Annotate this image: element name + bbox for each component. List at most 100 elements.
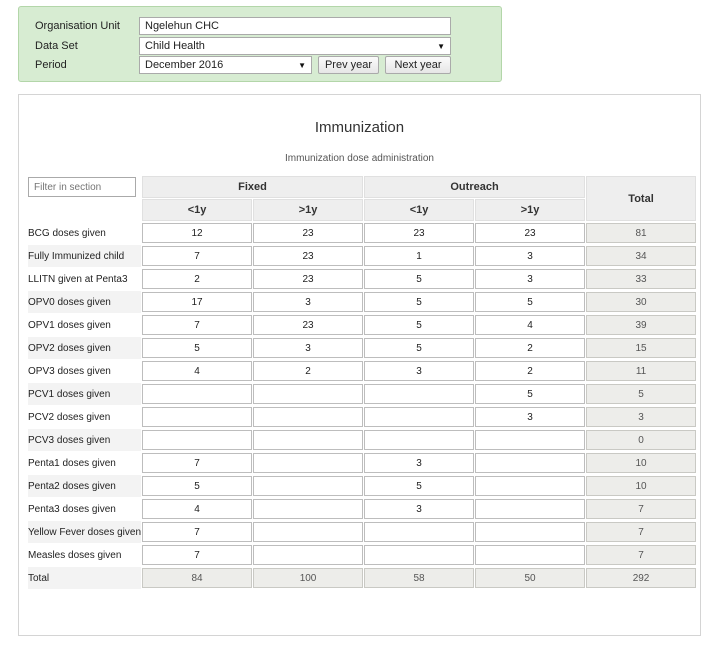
value-input[interactable] <box>253 545 364 565</box>
value-input-cell <box>253 383 364 405</box>
value-input[interactable]: 17 <box>142 292 253 312</box>
value-input-cell <box>475 452 586 474</box>
value-input[interactable]: 3 <box>253 338 364 358</box>
value-input[interactable]: 2 <box>253 361 364 381</box>
value-input[interactable] <box>475 499 586 519</box>
table-row: PCV2 doses given 3 3 <box>28 406 697 428</box>
value-input[interactable] <box>364 522 475 542</box>
value-input[interactable]: 2 <box>475 361 586 381</box>
row-total: 39 <box>586 315 697 335</box>
value-input[interactable]: 5 <box>475 384 586 404</box>
value-input[interactable]: 23 <box>475 223 586 243</box>
value-input[interactable]: 23 <box>364 223 475 243</box>
value-input-cell: 23 <box>253 314 364 336</box>
data-set-select[interactable]: Child Health ▼ <box>139 37 451 55</box>
row-total: 10 <box>586 453 697 473</box>
prev-year-button[interactable]: Prev year <box>318 56 379 74</box>
value-input[interactable]: 4 <box>475 315 586 335</box>
grand-total-cell: 292 <box>586 567 697 589</box>
value-input[interactable]: 5 <box>475 292 586 312</box>
value-input[interactable]: 3 <box>364 499 475 519</box>
value-input[interactable] <box>253 384 364 404</box>
row-total-cell: 39 <box>586 314 697 336</box>
value-input-cell <box>142 429 253 451</box>
value-input-cell: 7 <box>142 544 253 566</box>
period-value: December 2016 <box>145 59 224 71</box>
value-input[interactable]: 3 <box>475 269 586 289</box>
value-input[interactable] <box>475 522 586 542</box>
value-input-cell: 4 <box>475 314 586 336</box>
table-row: Penta3 doses given 4 3 7 <box>28 498 697 520</box>
row-total-cell: 7 <box>586 498 697 520</box>
row-label: Penta2 doses given <box>28 475 142 497</box>
value-input[interactable] <box>142 430 253 450</box>
value-input[interactable] <box>253 522 364 542</box>
value-input-cell: 3 <box>475 245 586 267</box>
value-input[interactable] <box>475 545 586 565</box>
value-input[interactable]: 3 <box>364 361 475 381</box>
value-input[interactable]: 5 <box>364 269 475 289</box>
value-input[interactable] <box>253 476 364 496</box>
table-row: Penta2 doses given 5 5 10 <box>28 475 697 497</box>
next-year-button[interactable]: Next year <box>385 56 451 74</box>
value-input-cell: 3 <box>253 291 364 313</box>
value-input-cell: 3 <box>253 337 364 359</box>
value-input[interactable]: 2 <box>142 269 253 289</box>
value-input-cell: 3 <box>364 452 475 474</box>
value-input[interactable]: 4 <box>142 499 253 519</box>
period-select[interactable]: December 2016 ▼ <box>139 56 312 74</box>
value-input[interactable]: 7 <box>142 522 253 542</box>
value-input[interactable] <box>142 384 253 404</box>
value-input[interactable] <box>253 453 364 473</box>
value-input[interactable] <box>475 453 586 473</box>
value-input[interactable]: 7 <box>142 246 253 266</box>
value-input[interactable]: 23 <box>253 269 364 289</box>
value-input[interactable]: 5 <box>142 338 253 358</box>
value-input[interactable]: 3 <box>364 453 475 473</box>
org-unit-label: Organisation Unit <box>35 20 120 32</box>
value-input-cell <box>253 406 364 428</box>
value-input[interactable]: 7 <box>142 453 253 473</box>
filter-input[interactable] <box>28 177 136 197</box>
value-input[interactable]: 5 <box>364 476 475 496</box>
value-input[interactable]: 4 <box>142 361 253 381</box>
column-total: 84 <box>142 568 253 588</box>
value-input[interactable] <box>364 430 475 450</box>
value-input[interactable]: 7 <box>142 545 253 565</box>
row-total: 0 <box>586 430 697 450</box>
total-header: Total <box>586 176 697 221</box>
value-input[interactable]: 3 <box>475 407 586 427</box>
value-input[interactable]: 2 <box>475 338 586 358</box>
value-input[interactable]: 23 <box>253 223 364 243</box>
value-input[interactable]: 3 <box>475 246 586 266</box>
value-input-cell: 5 <box>142 337 253 359</box>
value-input[interactable] <box>142 407 253 427</box>
value-input[interactable] <box>475 430 586 450</box>
value-input[interactable]: 5 <box>364 315 475 335</box>
value-input[interactable]: 12 <box>142 223 253 243</box>
value-input[interactable] <box>364 545 475 565</box>
org-unit-field[interactable] <box>139 17 451 35</box>
value-input[interactable] <box>253 430 364 450</box>
value-input[interactable]: 5 <box>364 292 475 312</box>
table-row: LLITN given at Penta3 2 23 5 3 33 <box>28 268 697 290</box>
value-input[interactable]: 23 <box>253 246 364 266</box>
value-input[interactable]: 3 <box>253 292 364 312</box>
row-total: 7 <box>586 545 697 565</box>
subcol-header: >1y <box>253 199 364 221</box>
value-input-cell <box>142 406 253 428</box>
value-input[interactable] <box>475 476 586 496</box>
value-input[interactable] <box>253 407 364 427</box>
value-input-cell: 7 <box>142 314 253 336</box>
value-input[interactable]: 7 <box>142 315 253 335</box>
value-input-cell <box>142 383 253 405</box>
value-input[interactable] <box>364 384 475 404</box>
value-input[interactable]: 5 <box>142 476 253 496</box>
value-input[interactable]: 5 <box>364 338 475 358</box>
value-input[interactable] <box>253 499 364 519</box>
value-input[interactable] <box>364 407 475 427</box>
column-total-cell: 50 <box>475 567 586 589</box>
value-input[interactable]: 1 <box>364 246 475 266</box>
value-input[interactable]: 23 <box>253 315 364 335</box>
row-label: OPV0 doses given <box>28 291 142 313</box>
